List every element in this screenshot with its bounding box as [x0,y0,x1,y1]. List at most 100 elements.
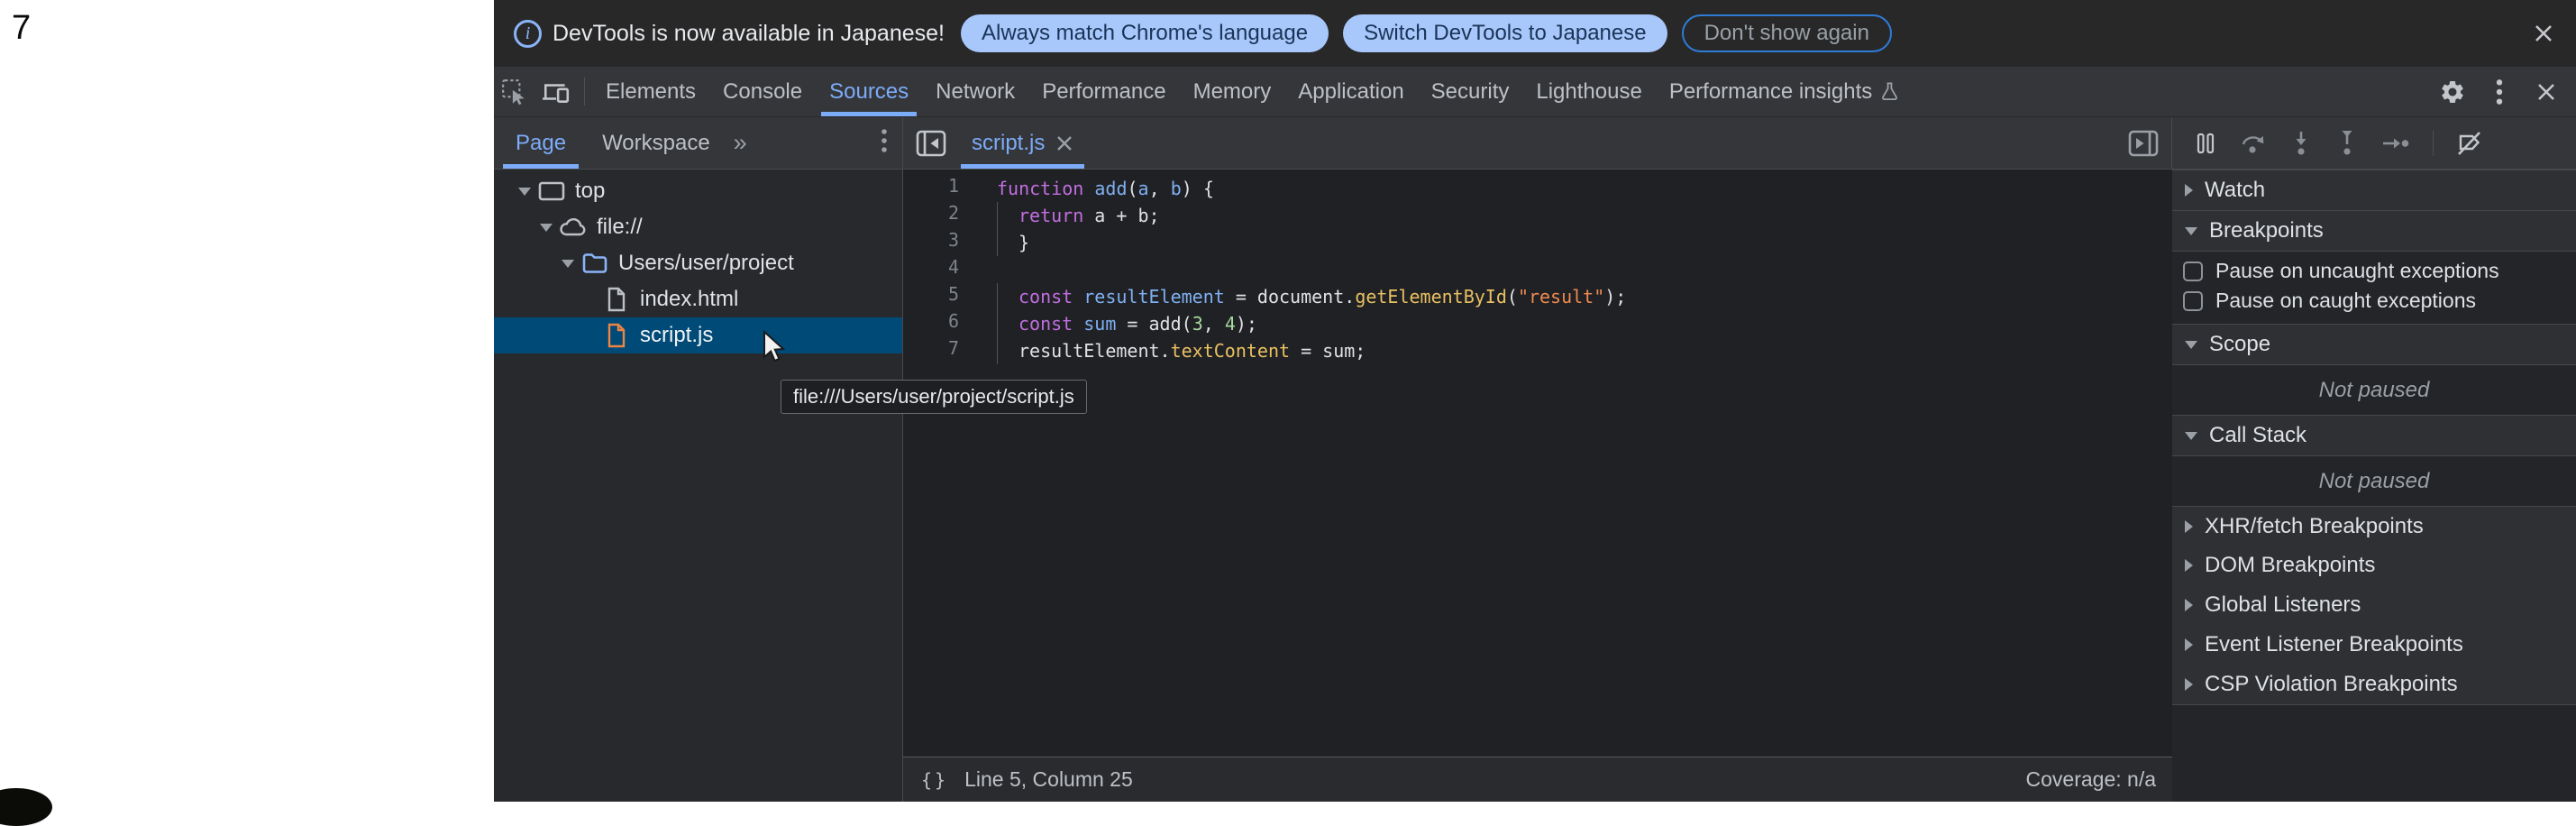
infobar-button[interactable]: Always match Chrome's language [961,14,1329,52]
pretty-print-icon[interactable]: {} [921,769,948,791]
section-event-listener-breakpoints[interactable]: Event Listener Breakpoints [2172,625,2576,665]
code-token: , [1149,178,1171,199]
hide-navigator-panel-icon[interactable] [916,130,946,157]
tree-item-label: index.html [640,287,738,312]
tree-item-label: Users/user/project [618,251,794,276]
triangle-right-icon [2185,520,2193,533]
main-tab-label: Performance [1042,79,1165,105]
code-token: = add( [1116,313,1192,335]
main-tab-memory[interactable]: Memory [1180,67,1285,116]
code-token: resultElement. [1019,340,1171,362]
file-navigator-pane: top file:// Users/user/project index.html sc… [494,170,903,802]
code-line: } [997,229,1626,256]
tree-item-script-js[interactable]: script.js [494,317,902,353]
step-icon[interactable] [2381,131,2410,156]
code-token: 4 [1225,313,1236,335]
code-token: ) { [1182,178,1214,199]
toolbar-right [2411,67,2576,116]
main-tab-label: Performance insights [1669,79,1872,105]
tree-item-top[interactable]: top [494,173,902,209]
more-tabs-chevron[interactable]: » [725,117,756,169]
code-token: return [1019,205,1083,226]
expand-arrow-icon[interactable] [535,224,557,232]
code-token [1073,313,1083,335]
settings-gear-icon[interactable] [2432,78,2473,106]
tree-item-Users-user-project[interactable]: Users/user/project [494,245,902,281]
code-token: const [1019,313,1073,335]
main-tab-label: Sources [829,79,909,105]
step-over-icon[interactable] [2240,131,2267,156]
checkbox-label: Pause on uncaught exceptions [2215,259,2499,283]
infobar-button[interactable]: Don't show again [1682,14,1892,52]
infobar-close-icon[interactable] [2529,19,2558,48]
navigator-kebab-icon[interactable] [881,128,888,158]
section-call-stack[interactable]: Call Stack [2172,415,2576,455]
main-toolbar: ElementsConsole Sources Network Performance… [494,67,2576,117]
code-token: ( [1507,286,1518,307]
section-dom-breakpoints[interactable]: DOM Breakpoints [2172,546,2576,585]
expand-arrow-icon[interactable] [514,188,535,196]
main-tab-performance[interactable]: Performance [1028,67,1179,116]
checkbox-row[interactable]: Pause on uncaught exceptions [2172,256,2576,286]
checkbox-unchecked[interactable] [2183,262,2203,281]
triangle-down-icon [2185,227,2197,235]
more-options-kebab-icon[interactable] [2479,78,2520,106]
infobar-buttons: Always match Chrome's language Switch Dev… [961,14,1906,52]
section-label: DOM Breakpoints [2205,553,2375,578]
close-devtools-icon[interactable] [2526,80,2567,104]
navigator-tab-page[interactable]: Page [501,117,580,169]
inspect-element-icon[interactable] [494,67,535,116]
close-tab-icon[interactable] [1055,134,1073,152]
step-out-icon[interactable] [2335,130,2359,157]
main-tab-network[interactable]: Network [922,67,1028,116]
main-tab-security[interactable]: Security [1418,67,1523,116]
tree-item-file-[interactable]: file:// [494,209,902,245]
not-paused-message: Not paused [2172,364,2576,415]
code-line: const resultElement = document.getElemen… [997,283,1626,310]
section-global-listeners[interactable]: Global Listeners [2172,585,2576,625]
section-label: Breakpoints [2209,218,2324,243]
section-watch[interactable]: Watch [2172,170,2576,210]
flask-icon [1879,80,1900,103]
code-area[interactable]: function add(a, b) { return a + b;} const … [982,170,1626,802]
infobar-button[interactable]: Switch DevTools to Japanese [1343,14,1667,52]
tree-item-label: file:// [597,215,643,240]
section-label: CSP Violation Breakpoints [2205,672,2458,697]
tree-item-index-html[interactable]: index.html [494,281,902,317]
open-file-tab-script-js[interactable]: script.js [961,117,1084,169]
main-tab-lighthouse[interactable]: Lighthouse [1522,67,1655,116]
section-scope[interactable]: Scope [2172,324,2576,364]
folder-icon [581,252,608,275]
main-tab-sources[interactable]: Sources [816,67,922,116]
pause-icon[interactable] [2194,131,2217,156]
triangle-down [518,188,531,196]
device-toolbar-icon[interactable] [535,67,577,116]
section-breakpoints[interactable]: Breakpoints [2172,210,2576,251]
main-tab-application[interactable]: Application [1284,67,1417,116]
checkbox-row[interactable]: Pause on caught exceptions [2172,286,2576,316]
code-line: function add(a, b) { [997,175,1626,202]
section-xhr-fetch-breakpoints[interactable]: XHR/fetch Breakpoints [2172,506,2576,546]
main-tab-label: Application [1298,79,1403,105]
checkbox-unchecked[interactable] [2183,291,2203,311]
code-editor[interactable]: 1234567 function add(a, b) {return a + b… [903,170,2172,802]
line-number: 3 [903,229,982,256]
indent-guide [997,202,1019,229]
triangle-right-icon [2185,599,2193,611]
line-number: 2 [903,202,982,229]
code-token: a + b; [1083,205,1159,226]
hide-debugger-panel-icon[interactable] [2128,130,2159,157]
deactivate-breakpoints-icon[interactable] [2456,131,2483,156]
checkbox-label: Pause on caught exceptions [2215,289,2476,313]
triangle-down [540,224,553,232]
cloud-icon [559,216,588,238]
section-csp-violation-breakpoints[interactable]: CSP Violation Breakpoints [2172,665,2576,704]
main-tab-console[interactable]: Console [709,67,816,116]
code-token: sum [1083,313,1116,335]
main-tab-elements[interactable]: Elements [592,67,709,116]
code-token: resultElement [1083,286,1225,307]
navigator-tab-workspace[interactable]: Workspace [588,117,725,169]
step-into-icon[interactable] [2289,130,2313,157]
main-tab-performance-insights[interactable]: Performance insights [1656,67,1914,116]
expand-arrow-icon[interactable] [557,260,579,268]
